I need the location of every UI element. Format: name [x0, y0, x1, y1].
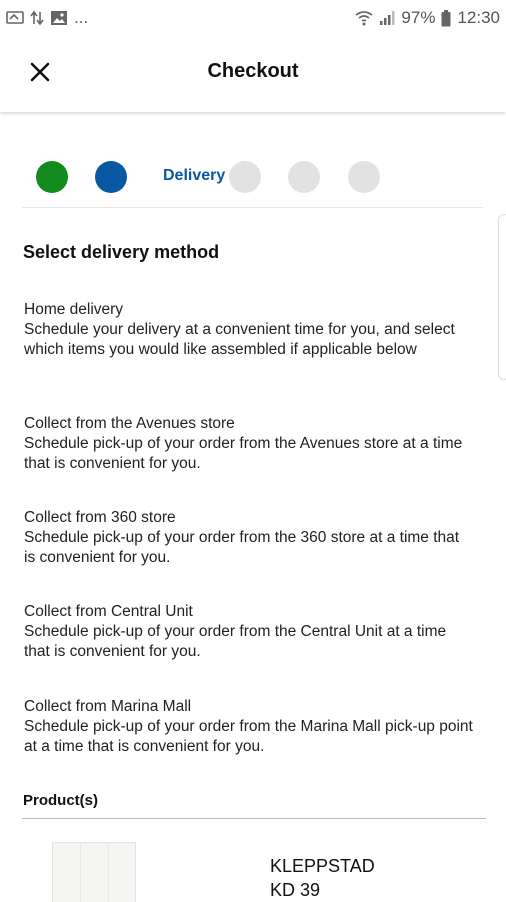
steps-divider — [22, 207, 483, 208]
step-1-completed[interactable] — [36, 161, 68, 193]
signal-icon — [379, 10, 395, 26]
status-bar: ... 97% 12:30 — [0, 0, 506, 36]
page-title: Checkout — [207, 60, 299, 82]
step-4-pending[interactable] — [288, 161, 320, 193]
battery-percent: 97% — [401, 8, 436, 27]
delivery-option-central-unit[interactable]: Collect from Central Unit Schedule pick-… — [24, 602, 474, 662]
scroll-handle[interactable] — [498, 214, 506, 380]
option-description: Schedule pick-up of your order from the … — [24, 435, 463, 472]
option-description: Schedule your delivery at a convenient t… — [24, 321, 455, 358]
data-transfer-icon — [30, 10, 44, 26]
image-icon — [50, 10, 68, 26]
step-5-pending[interactable] — [348, 161, 380, 193]
delivery-option-home[interactable]: Home delivery Schedule your delivery at … — [24, 300, 474, 360]
app-bar: Checkout — [0, 36, 506, 112]
option-description: Schedule pick-up of your order from the … — [24, 529, 460, 566]
products-title: Product(s) — [23, 792, 98, 809]
status-left: ... — [6, 8, 88, 28]
status-overflow: ... — [74, 8, 89, 27]
products-divider — [22, 818, 486, 819]
option-title: Collect from 360 store — [24, 509, 176, 526]
status-right: 97% 12:30 — [355, 8, 500, 28]
checkout-progress: Delivery — [22, 160, 482, 194]
wifi-icon — [355, 10, 373, 26]
battery-icon — [441, 9, 451, 27]
screen-cast-icon — [6, 10, 24, 26]
product-name: KLEPPSTAD — [270, 856, 375, 876]
step-3-pending[interactable] — [229, 161, 261, 193]
option-description: Schedule pick-up of your order from the … — [24, 718, 473, 755]
option-title: Collect from Marina Mall — [24, 698, 192, 715]
option-description: Schedule pick-up of your order from the … — [24, 623, 447, 660]
step-2-active[interactable] — [95, 161, 127, 193]
product-image — [52, 842, 136, 902]
step-active-label: Delivery — [163, 167, 226, 184]
delivery-section-title: Select delivery method — [23, 242, 220, 262]
delivery-option-360[interactable]: Collect from 360 store Schedule pick-up … — [24, 508, 474, 568]
option-title: Home delivery — [24, 301, 124, 318]
clock: 12:30 — [457, 8, 500, 27]
product-price: KD 39 — [270, 880, 321, 900]
delivery-option-marina-mall[interactable]: Collect from Marina Mall Schedule pick-u… — [24, 697, 474, 757]
option-title: Collect from the Avenues store — [24, 415, 235, 432]
delivery-option-avenues[interactable]: Collect from the Avenues store Schedule … — [24, 414, 474, 474]
option-title: Collect from Central Unit — [24, 603, 193, 620]
